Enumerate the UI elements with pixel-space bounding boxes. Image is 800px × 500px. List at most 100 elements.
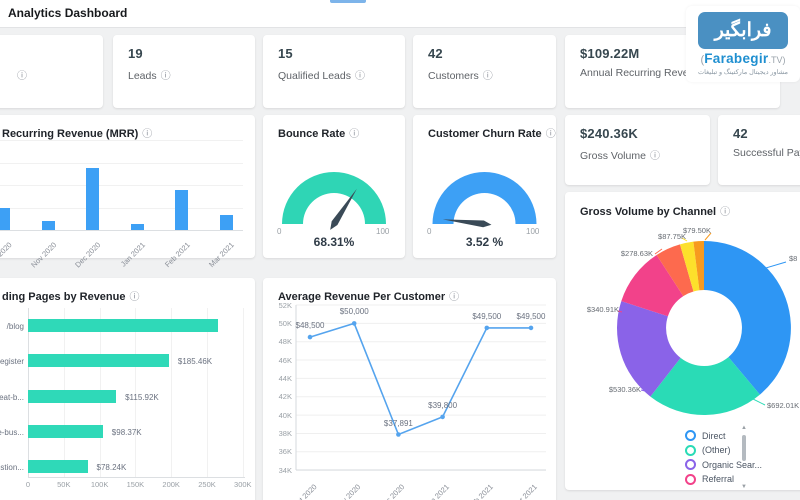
category-label: uestion... [0,463,24,472]
info-icon[interactable]: ⓘ [355,67,365,82]
x-axis [28,477,245,478]
legend-label: Referral [702,474,734,484]
bar-Nov 2020 [42,221,55,230]
info-icon[interactable]: ⓘ [17,67,27,82]
slice-value-label: $278.63K [617,249,653,258]
kpi-label: Successful Payments [733,147,800,159]
landing-pages-bar-chart: 050K100K150K200K250K300K/blog/register$1… [0,278,255,500]
legend-label: Direct [702,431,726,441]
bar-great-b... [28,390,116,403]
legend-item-Organic Sear...[interactable]: Organic Sear... [685,459,762,470]
kpi-value: 42 [428,46,443,61]
slice-value-label: $340.91K [583,305,619,314]
kpi-value: 19 [128,46,143,61]
x-tick-label: Oct 2020 [290,482,318,500]
legend-label: (Other) [702,445,731,455]
y-tick-label: 48K [265,337,292,346]
info-icon[interactable]: ⓘ [650,147,660,162]
bar-Feb 2021 [175,190,188,230]
point-label: $49,500 [506,312,556,321]
legend-ring-icon [685,430,696,441]
farabegir-brand-line: (Farabegir.TV) [686,50,800,68]
top-bar: Analytics Dashboard [0,0,800,28]
gridline [0,163,243,164]
kpi-label: ⓘ [13,67,27,82]
gridline [0,140,243,141]
x-tick-label: Nov 2020 [333,482,362,500]
churn-rate-value: 3.52 % [413,235,556,249]
y-tick-label: 36K [265,447,292,456]
kpi-label: Gross Volumeⓘ [580,147,660,162]
kpi-label: Leadsⓘ [128,67,171,82]
legend-item-Referral[interactable]: Referral [685,474,734,485]
gridline [171,308,172,477]
legend-item-(Other)[interactable]: (Other) [685,445,731,456]
churn-rate-card: Customer Churn Rateⓘ 0 100 3.52 % [413,115,556,258]
gauge-arc [433,172,537,224]
x-tick-label: Feb 2021 [163,240,192,269]
avg-revenue-card: Average Revenue Per Customerⓘ 52K50K48K4… [263,278,556,500]
kpi-value: $240.36K [580,126,638,141]
mrr-chart-card: Recurring Revenue (MRR)ⓘ Oct 2020Nov 202… [0,115,255,258]
x-tick-label: 0 [11,480,45,489]
legend-label: Organic Sear... [702,460,762,470]
x-tick-label: Dec 2020 [74,240,103,269]
legend-scroll-down-icon[interactable]: ▼ [741,484,747,490]
landing-pages-card: ding Pages by Revenueⓘ 050K100K150K200K2… [0,278,255,500]
clipped-top-button[interactable] [330,0,366,3]
legend-ring-icon [685,445,696,456]
gross-volume-by-channel-card: Gross Volume by Channelⓘ $8$692.01K$530.… [565,192,800,490]
legend-scroll-up-icon[interactable]: ▲ [741,425,747,431]
legend-scrollbar[interactable] [742,435,746,461]
y-tick-label: 42K [265,392,292,401]
category-label: great-b... [0,393,24,402]
bar-Mar 2021 [220,215,233,230]
kpi-card-clipped: ⓘ [0,35,103,108]
dashboard: Analytics Dashboard ⓘ 19 Leadsⓘ 15 Quali… [0,0,800,500]
x-tick-label: 200K [154,480,188,489]
info-icon[interactable]: ⓘ [161,67,171,82]
x-tick-label: 100K [83,480,117,489]
gridline [243,308,244,477]
x-tick-label: Dec 2020 [378,482,407,500]
kpi-value: $109.22M [580,46,639,61]
legend-item-Direct[interactable]: Direct [685,430,726,441]
y-tick-label: 44K [265,374,292,383]
kpi-card-qualified-leads: 15 Qualified Leadsⓘ [263,35,405,108]
y-tick-label: 40K [265,411,292,420]
point-label: $49,500 [462,312,512,321]
gridline [207,308,208,477]
category-label: te-bus... [0,428,24,437]
x-tick-label: Mar 2021 [207,240,236,269]
farabegir-logo: فرابگیر [698,12,788,49]
value-label: $98.37K [112,428,142,437]
x-tick-label: Feb 2021 [466,482,495,500]
category-label: /register [0,357,24,366]
farabegir-watermark: فرابگیر (Farabegir.TV) مشاور دیجیتال مار… [686,6,800,82]
value-label: $185.46K [178,357,212,366]
x-tick-label: 300K [226,480,260,489]
bar-Jan 2021 [131,224,144,230]
slice-value-label: $8 [789,254,800,263]
info-icon[interactable]: ⓘ [483,67,493,82]
value-label: $115.92K [125,393,159,402]
point-label: $48,500 [285,321,335,330]
slice-value-label: $530.36K [605,385,641,394]
mrr-bar-chart: Oct 2020Nov 2020Dec 2020Jan 2021Feb 2021… [0,115,255,258]
kpi-label: Qualified Leadsⓘ [278,67,365,82]
slice-value-label: $87.75K [650,232,686,241]
y-tick-label: 46K [265,356,292,365]
x-tick-label: 250K [190,480,224,489]
gridline [0,208,243,209]
kpi-card-successful-payments: 42 Successful Payments [718,115,800,185]
kpi-card-gross-volume: $240.36K Gross Volumeⓘ [565,115,710,185]
y-tick-label: 38K [265,429,292,438]
label-leader-line [749,397,765,405]
bar-/register [28,354,169,367]
x-tick-label: Mar 2021 [510,482,539,500]
x-tick-label: Oct 2020 [0,240,14,268]
kpi-card-leads: 19 Leadsⓘ [113,35,255,108]
bounce-rate-value: 68.31% [263,235,405,249]
slice-value-label: $79.50K [683,226,719,235]
legend-ring-icon [685,474,696,485]
